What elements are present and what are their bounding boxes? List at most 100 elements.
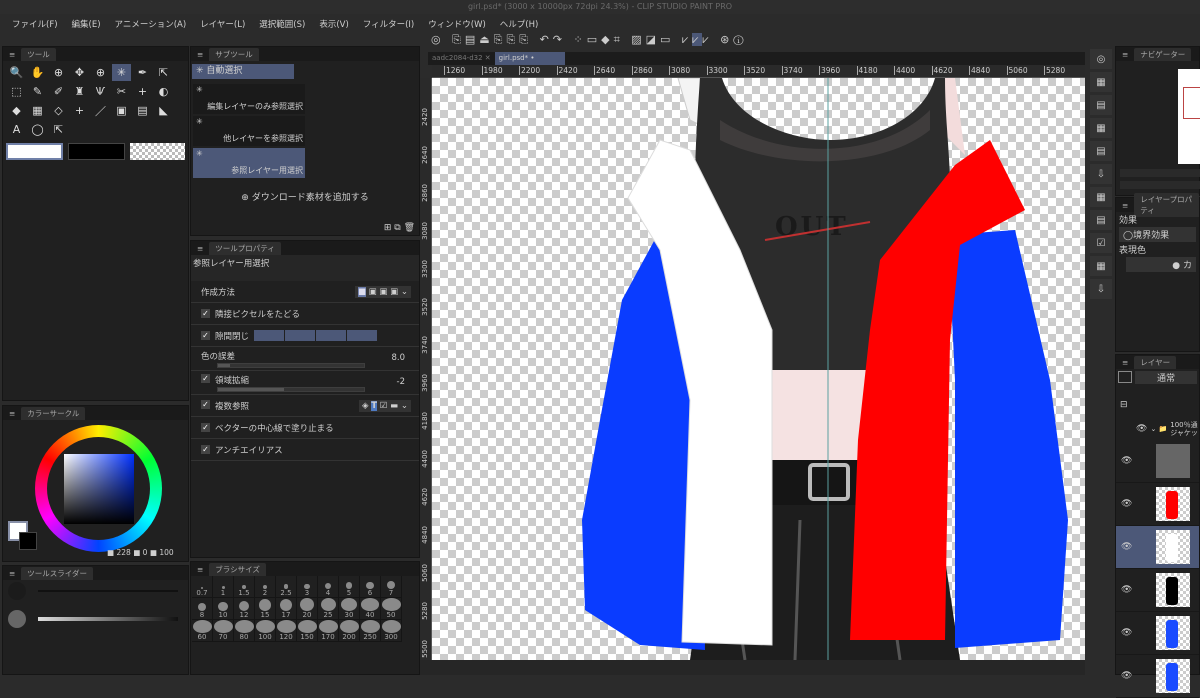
panel-toggle-icon[interactable]: ⇩ <box>1090 164 1112 184</box>
navigator-rotate-slider[interactable] <box>1120 181 1200 189</box>
panel-toggle-icon[interactable]: ▤ <box>1090 141 1112 161</box>
size-slider[interactable] <box>38 590 178 592</box>
brush-size-option[interactable]: 7 <box>381 576 402 598</box>
brush-size-option[interactable]: 250 <box>360 620 381 642</box>
brush-size-option[interactable]: 50 <box>381 598 402 620</box>
panel-toggle-icon[interactable]: ▦ <box>1090 72 1112 92</box>
menu-item[interactable]: ウィンドウ(W) <box>428 18 486 30</box>
tool-button[interactable]: ⇱ <box>154 64 173 81</box>
tool-button[interactable]: ▦ <box>28 102 47 119</box>
eye-icon[interactable]: 👁 <box>1121 499 1132 509</box>
tool-button[interactable]: ◯ <box>28 121 47 138</box>
main-color-swatch[interactable] <box>6 143 64 160</box>
subtool-item[interactable]: ✳ 参照レイヤー用選択 <box>193 148 305 178</box>
tool-button[interactable]: ✋ <box>28 64 47 81</box>
brush-size-option[interactable]: 150 <box>297 620 318 642</box>
tool-button[interactable]: ✥ <box>70 64 89 81</box>
brush-size-option[interactable]: 17 <box>276 598 297 620</box>
brush-size-option[interactable]: 170 <box>318 620 339 642</box>
panel-toggle-icon[interactable]: ▦ <box>1090 118 1112 138</box>
tool-button[interactable]: + <box>70 102 89 119</box>
sub-color-chip[interactable] <box>19 532 37 550</box>
layer-property-tab[interactable]: レイヤープロパティ <box>1134 193 1199 217</box>
layer-row[interactable]: 👁 <box>1116 483 1199 526</box>
brush-size-option[interactable]: 300 <box>381 620 402 642</box>
subtool-item[interactable]: ✳ 他レイヤーを参照選択 <box>193 116 305 146</box>
menu-item[interactable]: フィルター(I) <box>363 18 414 30</box>
close-gap-levels[interactable] <box>254 330 378 341</box>
brush-size-option[interactable]: 1 <box>213 576 234 598</box>
color-tolerance-value[interactable]: 8.0 <box>391 353 405 363</box>
navigator-tab[interactable]: ナビゲーター <box>1134 47 1192 61</box>
tool-button[interactable]: ⬚ <box>7 83 26 100</box>
panel-toggle-icon[interactable]: ▤ <box>1090 210 1112 230</box>
subtool-actions[interactable]: ⊞ ⧉ 🗑 <box>384 223 415 233</box>
tool-button[interactable]: ◐ <box>154 83 173 100</box>
subtool-group-tab[interactable]: ✳ 自動選択 <box>192 64 294 79</box>
panel-toggle-icon[interactable]: ▤ <box>1090 95 1112 115</box>
layer-folder[interactable]: 👁⌄ 📁100％通 ジャケット <box>1116 418 1200 440</box>
eye-icon[interactable]: 👁 <box>1121 542 1132 552</box>
brush-size-option[interactable]: 6 <box>360 576 381 598</box>
layer-options-icon[interactable]: ⊟ <box>1116 386 1199 418</box>
navigator-preview[interactable] <box>1178 69 1200 164</box>
brush-size-option[interactable]: 70 <box>213 620 234 642</box>
eye-icon[interactable]: 👁 <box>1121 585 1132 595</box>
layer-color-button[interactable] <box>1118 371 1132 383</box>
tool-button[interactable]: ◣ <box>154 102 173 119</box>
panel-toggle-icon[interactable]: ⇩ <box>1090 279 1112 299</box>
tool-button[interactable]: 🔍 <box>7 64 26 81</box>
canvas[interactable]: OUT <box>432 78 1085 660</box>
opacity-slider[interactable] <box>38 617 178 621</box>
brush-size-option[interactable]: 30 <box>339 598 360 620</box>
brush-size-option[interactable]: 8 <box>192 598 213 620</box>
brush-size-option[interactable]: 4 <box>318 576 339 598</box>
menu-item[interactable]: 表示(V) <box>319 18 348 30</box>
brush-size-option[interactable]: 2 <box>255 576 276 598</box>
add-download-material-button[interactable]: ⊕ ダウンロード素材を追加する <box>191 190 419 203</box>
tool-button[interactable]: ✂ <box>112 83 131 100</box>
brush-size-option[interactable]: 25 <box>318 598 339 620</box>
eye-icon[interactable]: 👁 <box>1121 628 1132 638</box>
antialias-checkbox[interactable]: ✓ <box>201 445 210 454</box>
subtool-item[interactable]: ✳ 編集レイヤーのみ参照選択 <box>193 84 305 114</box>
panel-toggle-icon[interactable]: ☑ <box>1090 233 1112 253</box>
tool-slider-tab[interactable]: ツールスライダー <box>21 566 93 580</box>
multi-ref-buttons[interactable]: ◈ T ☑ ▬ ⌄ <box>359 399 411 412</box>
brush-size-option[interactable]: 200 <box>339 620 360 642</box>
blend-mode-select[interactable]: 通常 <box>1135 371 1197 384</box>
brush-size-option[interactable]: 10 <box>213 598 234 620</box>
border-effect-button[interactable]: ◯境界効果 <box>1119 227 1196 242</box>
expand-checkbox[interactable]: ✓ <box>201 374 210 383</box>
expand-value[interactable]: -2 <box>397 377 405 387</box>
menu-item[interactable]: ヘルプ(H) <box>500 18 539 30</box>
tool-button[interactable]: ▤ <box>133 102 152 119</box>
tool-property-tab[interactable]: ツールプロパティ <box>209 241 281 255</box>
brush-size-option[interactable]: 60 <box>192 620 213 642</box>
layer-row[interactable]: 👁 <box>1116 655 1199 698</box>
navigator-zoom-slider[interactable] <box>1120 169 1200 177</box>
tool-button[interactable]: ◆ <box>7 102 26 119</box>
layer-row[interactable]: 👁 <box>1116 569 1199 612</box>
panel-toggle-icon[interactable]: ▦ <box>1090 187 1112 207</box>
tool-button[interactable]: ✎ <box>28 83 47 100</box>
menu-item[interactable]: ファイル(F) <box>12 18 58 30</box>
sub-color-swatch[interactable] <box>68 143 126 160</box>
saturation-value-square[interactable] <box>64 454 134 524</box>
brush-size-option[interactable]: 15 <box>255 598 276 620</box>
tool-button[interactable]: ⊕ <box>91 64 110 81</box>
tool-button[interactable]: A <box>7 121 26 138</box>
layer-row[interactable]: 👁 <box>1116 612 1199 655</box>
panel-toggle-icon[interactable]: ◎ <box>1090 49 1112 69</box>
brush-size-option[interactable]: 120 <box>276 620 297 642</box>
tool-button[interactable]: ✳ <box>112 64 131 81</box>
create-method-buttons[interactable]: ■ ▣ ▣ ▣ ⌄ <box>354 285 411 298</box>
tool-button[interactable]: ▣ <box>112 102 131 119</box>
brush-size-option[interactable]: 80 <box>234 620 255 642</box>
adjacent-checkbox[interactable]: ✓ <box>201 309 210 318</box>
brush-size-option[interactable]: 20 <box>297 598 318 620</box>
brush-size-option[interactable]: 3 <box>297 576 318 598</box>
transparent-swatch[interactable] <box>130 143 185 160</box>
color-circle-tab[interactable]: カラーサークル <box>21 406 86 420</box>
brush-size-option[interactable]: 12 <box>234 598 255 620</box>
